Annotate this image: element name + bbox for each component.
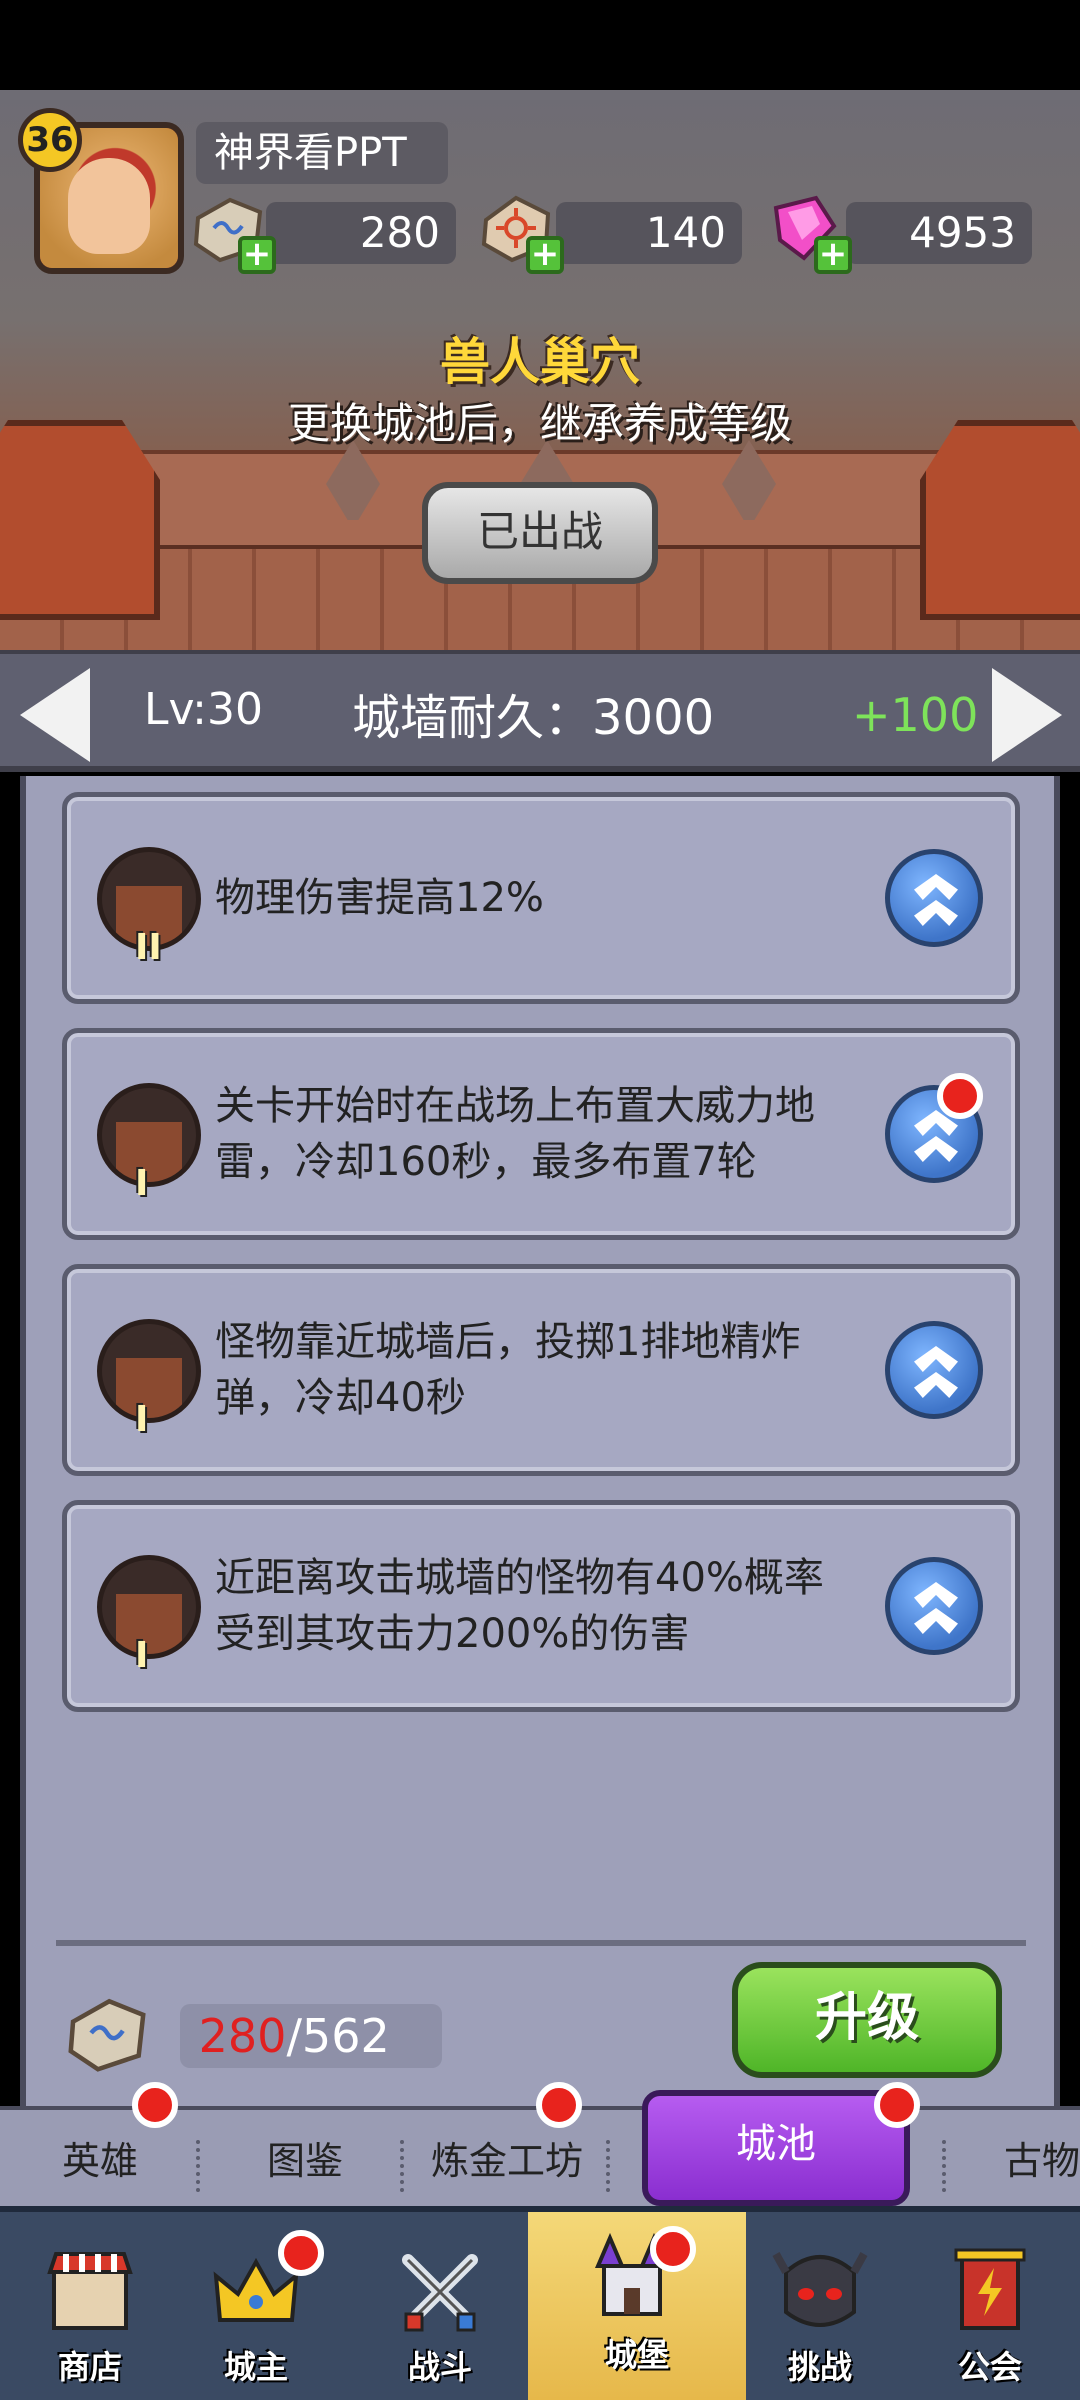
- nav-guild[interactable]: 公会: [900, 2212, 1080, 2400]
- perk-tier: I: [135, 1163, 149, 1204]
- guild-banner-icon: [954, 2248, 1026, 2330]
- tab-separator: [400, 2140, 404, 2192]
- deployed-button[interactable]: 已出战: [422, 482, 658, 584]
- perk-icon-gate: [116, 1358, 182, 1418]
- add-rune-stone-button[interactable]: +: [238, 236, 276, 274]
- castle-perk-icon: [97, 1555, 201, 1659]
- nav-battle[interactable]: 战斗: [350, 2212, 530, 2400]
- crossed-swords-icon: [402, 2254, 478, 2332]
- castle-perk-icon: [97, 1319, 201, 1423]
- tab-alchemy-workshop[interactable]: 炼金工坊: [412, 2120, 602, 2202]
- nav-label: 战斗: [407, 2348, 472, 2386]
- upgrade-cost: 280/562: [180, 2004, 442, 2068]
- tab-separator: [942, 2140, 946, 2192]
- perk-description: 物理伤害提高12%: [215, 875, 544, 921]
- tab-heroes[interactable]: 英雄: [20, 2120, 180, 2202]
- notification-dot: [278, 2230, 324, 2276]
- tab-separator: [196, 2140, 200, 2192]
- double-chevron-up-icon: [914, 1136, 958, 1162]
- tab-codex[interactable]: 图鉴: [220, 2120, 390, 2202]
- double-chevron-up-icon: [914, 1372, 958, 1398]
- castle-title: 兽人巢穴: [440, 333, 640, 391]
- perk-icon-gate: [116, 1594, 182, 1654]
- nav-label: 商店: [57, 2348, 122, 2386]
- nav-label: 挑战: [787, 2348, 852, 2386]
- add-gem-button[interactable]: +: [814, 236, 852, 274]
- double-chevron-up-icon: [914, 874, 958, 900]
- perk-upgrade-button[interactable]: [885, 849, 983, 947]
- nav-label: 城主: [223, 2348, 288, 2386]
- nav-shop[interactable]: 商店: [0, 2212, 180, 2400]
- tab-castle-active[interactable]: 城池: [642, 2090, 910, 2206]
- perk-upgrade-button[interactable]: [885, 1557, 983, 1655]
- double-chevron-up-icon: [914, 1608, 958, 1634]
- gem-count: 4953: [846, 202, 1032, 264]
- nav-challenge[interactable]: 挑战: [730, 2212, 910, 2400]
- rune-stone-count: 280: [266, 202, 456, 264]
- tab-separator: [606, 2140, 610, 2192]
- perk-upgrade-button[interactable]: [885, 1321, 983, 1419]
- perk-icon-gate: [116, 1122, 182, 1182]
- player-name[interactable]: 神界看PPT: [196, 122, 448, 184]
- perk-card: I 怪物靠近城墙后，投掷1排地精炸弹，冷却40秒: [62, 1264, 1020, 1476]
- stone-current: 280: [198, 2009, 287, 2063]
- castle-subtitle: 更换城池后，继承养成等级: [287, 399, 792, 448]
- castle-level: Lv:30: [144, 684, 263, 735]
- notification-dot: [874, 2082, 920, 2128]
- nav-lord[interactable]: 城主: [166, 2212, 346, 2400]
- avatar-face: [68, 158, 150, 254]
- tab-relics[interactable]: 古物: [960, 2120, 1080, 2202]
- status-bar: [0, 0, 1080, 90]
- nav-label: 城堡: [604, 2336, 669, 2374]
- notification-dot: [650, 2226, 696, 2272]
- perk-tier: I: [135, 1399, 149, 1440]
- add-sun-stone-button[interactable]: +: [526, 236, 564, 274]
- rune-stone-icon: [68, 1998, 146, 2072]
- notification-dot: [536, 2082, 582, 2128]
- perk-description: 近距离攻击城墙的怪物有40%概率受到其攻击力200%的伤害: [215, 1555, 824, 1657]
- perk-description: 关卡开始时在战场上布置大威力地雷，冷却160秒，最多布置7轮: [215, 1083, 815, 1185]
- perk-description: 怪物靠近城墙后，投掷1排地精炸弹，冷却40秒: [215, 1319, 801, 1421]
- demon-helmet-icon: [772, 2252, 868, 2327]
- perk-card: I 近距离攻击城墙的怪物有40%概率受到其攻击力200%的伤害: [62, 1500, 1020, 1712]
- nav-label: 公会: [957, 2348, 1022, 2386]
- durability-bonus: +100: [852, 688, 979, 742]
- nav-castle-active[interactable]: 城堡: [528, 2212, 746, 2400]
- notification-dot: [132, 2082, 178, 2128]
- double-chevron-up-icon: [914, 1582, 958, 1608]
- perk-card: I 关卡开始时在战场上布置大威力地雷，冷却160秒，最多布置7轮: [62, 1028, 1020, 1240]
- shop-icon: [47, 2252, 133, 2330]
- sun-stone-count: 140: [556, 202, 742, 264]
- wall-durability: 城墙耐久：3000: [352, 690, 715, 746]
- notification-dot: [937, 1073, 983, 1119]
- perk-tier: II: [135, 927, 162, 968]
- double-chevron-up-icon: [914, 1346, 958, 1372]
- player-level-badge: 36: [18, 108, 82, 172]
- double-chevron-up-icon: [914, 900, 958, 926]
- panel-divider: [56, 1940, 1026, 1946]
- perk-tier: I: [135, 1635, 149, 1676]
- perk-card: II 物理伤害提高12%: [62, 792, 1020, 1004]
- castle-perk-icon: [97, 1083, 201, 1187]
- stone-required: /562: [286, 2009, 390, 2063]
- upgrade-button[interactable]: 升级: [732, 1962, 1002, 2078]
